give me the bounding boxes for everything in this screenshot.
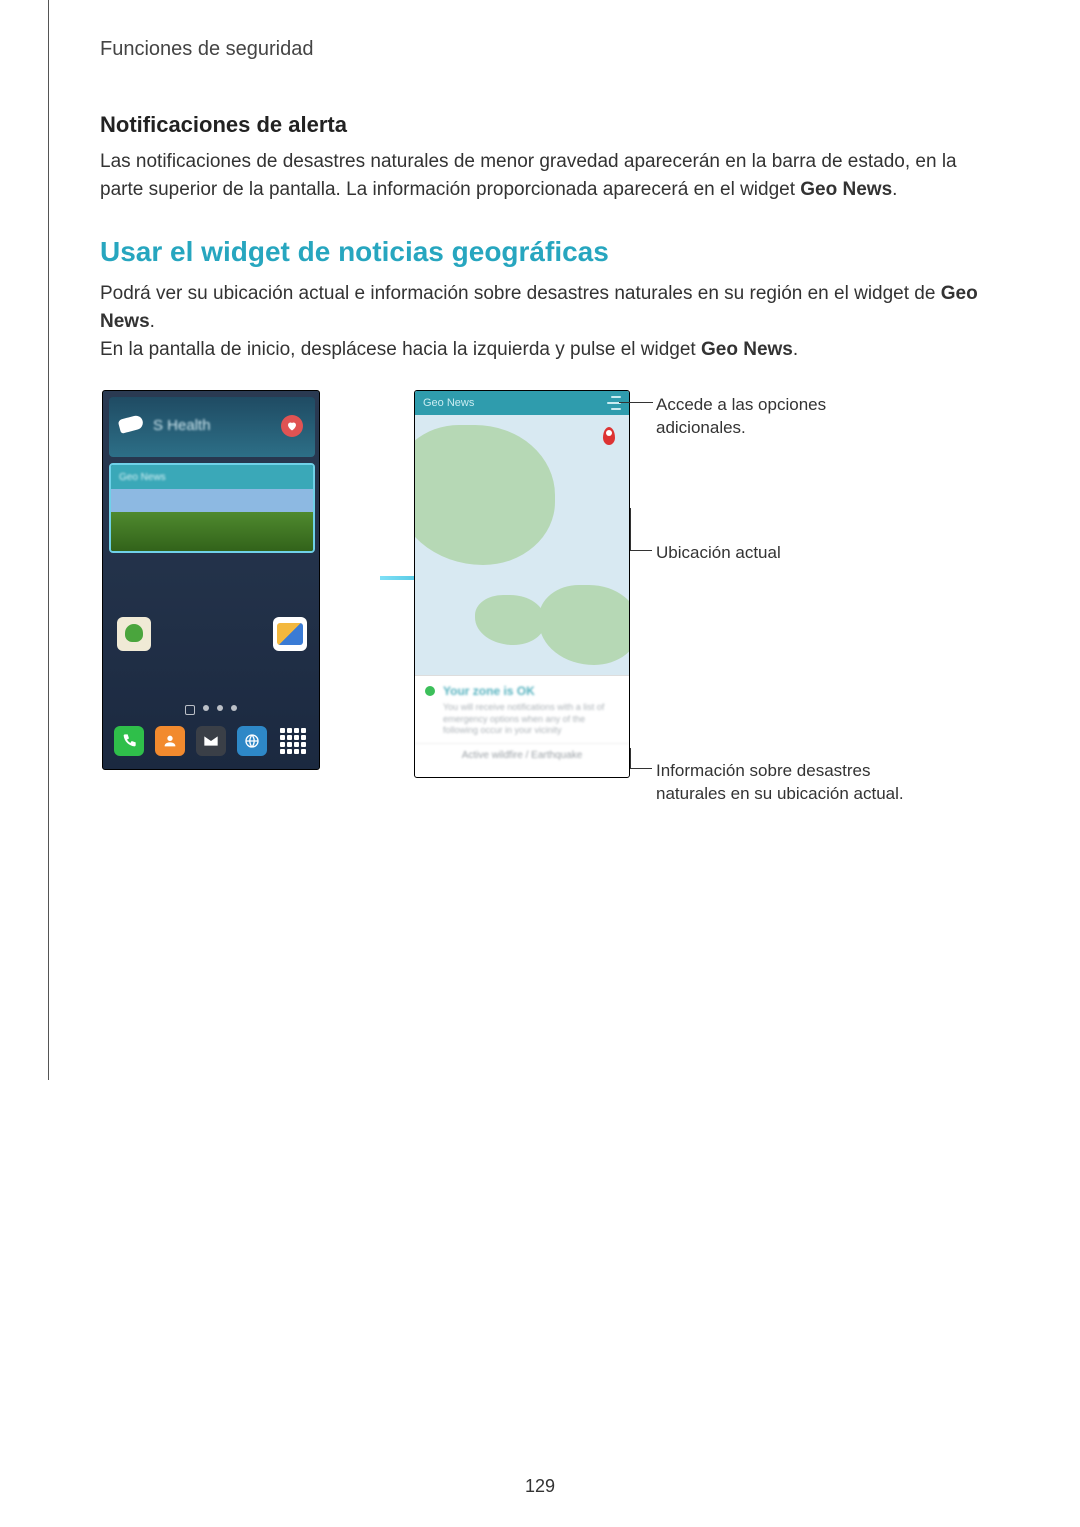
gallery-icon: [273, 617, 307, 651]
geo-news-label: Geo News: [119, 472, 166, 483]
widget-header: Geo News: [415, 391, 629, 415]
paragraph-widget-intro: Podrá ver su ubicación actual e informac…: [100, 280, 980, 335]
shealth-label: S Health: [153, 417, 211, 434]
menu-icon: [607, 396, 621, 410]
status-title: Your zone is OK: [443, 684, 535, 698]
leader-line: [630, 748, 631, 768]
chapter-breadcrumb: Funciones de seguridad: [100, 38, 313, 61]
shoe-icon: [118, 414, 145, 434]
widget-title: Geo News: [423, 397, 474, 409]
paragraph-alert-notifications: Las notificaciones de desastres naturale…: [100, 148, 980, 203]
contacts-icon: [155, 726, 185, 756]
figure-geo-news: S Health Geo News: [100, 388, 980, 808]
widget-status-panel: Your zone is OK You will receive notific…: [415, 675, 629, 743]
text: .: [892, 179, 897, 200]
location-pin-icon: [603, 427, 615, 445]
landmass-icon: [539, 585, 629, 665]
leader-line: [630, 508, 631, 550]
heart-icon: [281, 415, 303, 437]
callout-current-location: Ubicación actual: [656, 542, 906, 565]
homescreen-middle: [109, 561, 315, 671]
margin-rule: [48, 0, 49, 1080]
apps-icon: [278, 726, 308, 756]
subheading-alert-notifications: Notificaciones de alerta: [100, 112, 347, 138]
dot-icon: [231, 705, 237, 711]
internet-icon: [237, 726, 267, 756]
dock: [103, 719, 319, 763]
text: .: [150, 311, 155, 332]
callout-disaster-info: Información sobre desastres naturales en…: [656, 760, 916, 806]
page-number: 129: [0, 1476, 1080, 1497]
dot-icon: [203, 705, 209, 711]
landscape-image: [111, 489, 313, 553]
status-subtext: You will receive notifications with a li…: [443, 702, 619, 737]
text: .: [793, 339, 798, 360]
paragraph-widget-instruction: En la pantalla de inicio, desplácese hac…: [100, 336, 980, 364]
messages-icon: [196, 726, 226, 756]
home-indicator-icon: [185, 705, 195, 715]
heading-geo-news-widget: Usar el widget de noticias geográficas: [100, 236, 609, 268]
status-ok-icon: [425, 686, 435, 696]
widget-footer: Active wildfire / Earthquake: [415, 743, 629, 767]
homescreen-screenshot: S Health Geo News: [102, 390, 320, 770]
app-icon: [117, 617, 151, 651]
bold-geo-news: Geo News: [701, 339, 793, 360]
bold-geo-news: Geo News: [800, 179, 892, 200]
landmass-icon: [415, 425, 555, 565]
leader-line: [630, 550, 652, 551]
geo-news-widget-expanded: Geo News Your zone is OK You will receiv…: [414, 390, 630, 778]
manual-page: Funciones de seguridad Notificaciones de…: [0, 0, 1080, 1527]
shealth-widget: S Health: [109, 397, 315, 457]
geo-news-widget-small: Geo News: [109, 463, 315, 553]
dot-icon: [217, 705, 223, 711]
text: Podrá ver su ubicación actual e informac…: [100, 283, 941, 304]
map-view: [415, 415, 629, 675]
text: En la pantalla de inicio, desplácese hac…: [100, 339, 701, 360]
callout-options: Accede a las opciones adicionales.: [656, 394, 906, 440]
landmass-icon: [475, 595, 545, 645]
leader-line: [630, 768, 652, 769]
page-indicator: [103, 705, 319, 715]
phone-icon: [114, 726, 144, 756]
leader-line: [619, 402, 653, 403]
